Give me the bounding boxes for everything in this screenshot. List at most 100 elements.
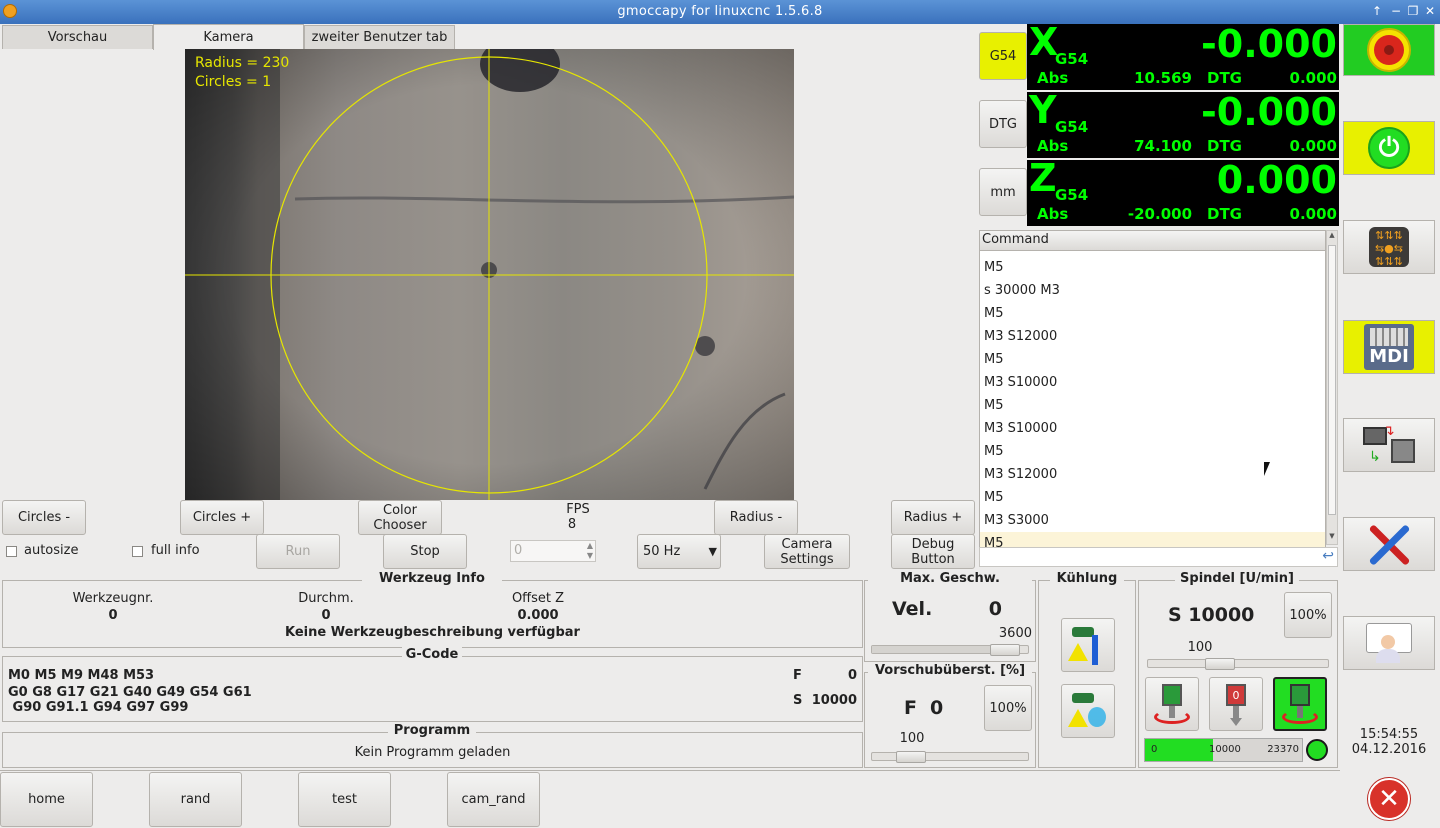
estop-button[interactable]: [1343, 24, 1435, 76]
scroll-down-icon[interactable]: ▼: [1327, 532, 1337, 540]
close-icon: ✕: [1368, 778, 1410, 820]
machine-on-button[interactable]: ⏻: [1343, 121, 1435, 175]
feed-slider[interactable]: [871, 751, 1029, 763]
frequency-select[interactable]: 50 Hz ▼: [637, 534, 721, 569]
list-item[interactable]: M3 S12000: [980, 325, 1325, 348]
spindle-override-reset-button[interactable]: 100%: [1284, 592, 1332, 638]
user-tab-button[interactable]: [1343, 616, 1435, 670]
macro-home-button[interactable]: home: [0, 772, 93, 827]
spindle-ccw-icon: [1150, 682, 1194, 726]
autosize-checkbox[interactable]: [6, 546, 17, 557]
command-header[interactable]: Command: [980, 231, 1325, 251]
list-item[interactable]: M5: [980, 486, 1325, 509]
window-title: gmoccapy for linuxcnc 1.5.6.8: [617, 4, 823, 19]
radius-minus-button[interactable]: Radius -: [714, 500, 798, 535]
program-status: Kein Programm geladen: [354, 745, 511, 760]
gcode-s-label: S: [793, 693, 803, 708]
exit-button[interactable]: ✕: [1343, 772, 1435, 826]
vel-label: Vel.: [892, 598, 933, 620]
mist-coolant-icon: [1066, 689, 1110, 733]
flood-button[interactable]: [1061, 618, 1115, 672]
mist-button[interactable]: [1061, 684, 1115, 738]
velocity-slider[interactable]: [871, 644, 1029, 656]
auto-mode-button[interactable]: ↴ ↳: [1343, 418, 1435, 472]
coolant-frame: [1038, 580, 1136, 768]
frequency-value: 50 Hz: [643, 544, 681, 559]
tab-zweiter-benutzer[interactable]: zweiter Benutzer tab: [304, 25, 455, 49]
g54-button[interactable]: G54: [979, 32, 1027, 80]
spin-input[interactable]: 0 ▲ ▼: [510, 540, 596, 562]
scroll-thumb[interactable]: [1328, 245, 1336, 515]
mdi-input[interactable]: ↩: [979, 547, 1338, 567]
list-item[interactable]: M3 S10000: [980, 371, 1325, 394]
maximize-icon[interactable]: ❐: [1406, 4, 1420, 18]
tool-nr-label: Werkzeugnr.: [72, 591, 154, 606]
dro-y[interactable]: Y G54 -0.000 Abs 74.100 DTG 0.000: [1027, 88, 1339, 158]
list-item[interactable]: s 30000 M3: [980, 279, 1325, 302]
clock-date: 04.12.2016: [1351, 742, 1427, 757]
list-item[interactable]: M5: [980, 348, 1325, 371]
mm-button[interactable]: mm: [979, 168, 1027, 216]
manual-mode-button[interactable]: ⇅⇅⇅ ⇆●⇆ ⇅⇅⇅: [1343, 220, 1435, 274]
run-button[interactable]: Run: [256, 534, 340, 569]
gcode-f-value: 0: [847, 668, 857, 683]
list-item[interactable]: M5: [980, 256, 1325, 279]
radius-plus-button[interactable]: Radius +: [891, 500, 975, 535]
list-item[interactable]: M3 S3000: [980, 509, 1325, 532]
list-item[interactable]: M5: [980, 440, 1325, 463]
list-item[interactable]: M5: [980, 532, 1325, 547]
debug-button[interactable]: Debug Button: [891, 534, 975, 569]
tool-nr-value: 0: [108, 608, 118, 623]
scroll-up-icon[interactable]: ▲: [1327, 231, 1337, 239]
macro-cam-rand-button[interactable]: cam_rand: [447, 772, 540, 827]
enter-icon[interactable]: ↩: [1322, 548, 1334, 564]
dtg-label: DTG: [1207, 69, 1242, 87]
spin-value: 0: [514, 543, 523, 558]
close-window-icon[interactable]: ✕: [1423, 4, 1437, 18]
up-icon[interactable]: ↑: [1370, 4, 1384, 18]
vel-max: 3600: [998, 626, 1032, 641]
vel-value: 0: [988, 598, 1002, 620]
slider-fill: [872, 646, 1005, 653]
macro-test-button[interactable]: test: [298, 772, 391, 827]
full-info-checkbox[interactable]: [132, 546, 143, 557]
tool-info-title: Werkzeug Info: [362, 571, 502, 586]
spindle-ccw-button[interactable]: [1145, 677, 1199, 731]
mdi-button[interactable]: MDI: [1343, 320, 1435, 374]
dro-z[interactable]: Z G54 0.000 Abs -20.000 DTG 0.000: [1027, 156, 1339, 226]
slider-knob[interactable]: [989, 644, 1020, 656]
power-icon: ⏻: [1368, 127, 1410, 169]
list-item[interactable]: M3 S10000: [980, 417, 1325, 440]
slider-knob[interactable]: [1205, 658, 1235, 670]
feed-reset-button[interactable]: 100%: [984, 685, 1032, 731]
axis-value: -0.000: [1201, 22, 1337, 66]
settings-button[interactable]: [1343, 517, 1435, 571]
tab-kamera[interactable]: Kamera: [153, 24, 304, 50]
stop-button[interactable]: Stop: [383, 534, 467, 569]
list-item[interactable]: M5: [980, 302, 1325, 325]
spindle-stop-icon: 0: [1214, 682, 1258, 726]
history-scrollbar[interactable]: ▲ ▼: [1326, 230, 1338, 545]
dro-x[interactable]: X G54 -0.000 Abs 10.569 DTG 0.000: [1027, 20, 1339, 90]
tab-vorschau[interactable]: Vorschau: [2, 25, 153, 49]
macro-rand-button[interactable]: rand: [149, 772, 242, 827]
color-chooser-button[interactable]: Color Chooser: [358, 500, 442, 535]
dtg-button[interactable]: DTG: [979, 100, 1027, 148]
spindle-override-slider[interactable]: [1147, 658, 1329, 670]
list-item[interactable]: M5: [980, 394, 1325, 417]
circles-plus-button[interactable]: Circles +: [180, 500, 264, 535]
gcode-s-value: 10000: [811, 693, 857, 708]
camera-settings-button[interactable]: Camera Settings: [764, 534, 850, 569]
minimize-icon[interactable]: −: [1389, 4, 1403, 18]
spin-arrows-icon[interactable]: ▲ ▼: [587, 541, 593, 561]
abs-value: 74.100: [1134, 137, 1192, 155]
list-item[interactable]: M3 S12000: [980, 463, 1325, 486]
slider-knob[interactable]: [896, 751, 926, 763]
circles-minus-button[interactable]: Circles -: [2, 500, 86, 535]
flood-coolant-icon: [1066, 623, 1110, 667]
command-history[interactable]: Command M5 s 30000 M3 M5 M3 S12000 M5 M3…: [979, 230, 1326, 548]
spindle-cw-button[interactable]: [1273, 677, 1327, 731]
spindle-stop-button[interactable]: 0: [1209, 677, 1263, 731]
spindle-bar-max: 23370: [1267, 744, 1299, 755]
jog-arrows-icon: ⇅⇅⇅ ⇆●⇆ ⇅⇅⇅: [1369, 227, 1409, 268]
